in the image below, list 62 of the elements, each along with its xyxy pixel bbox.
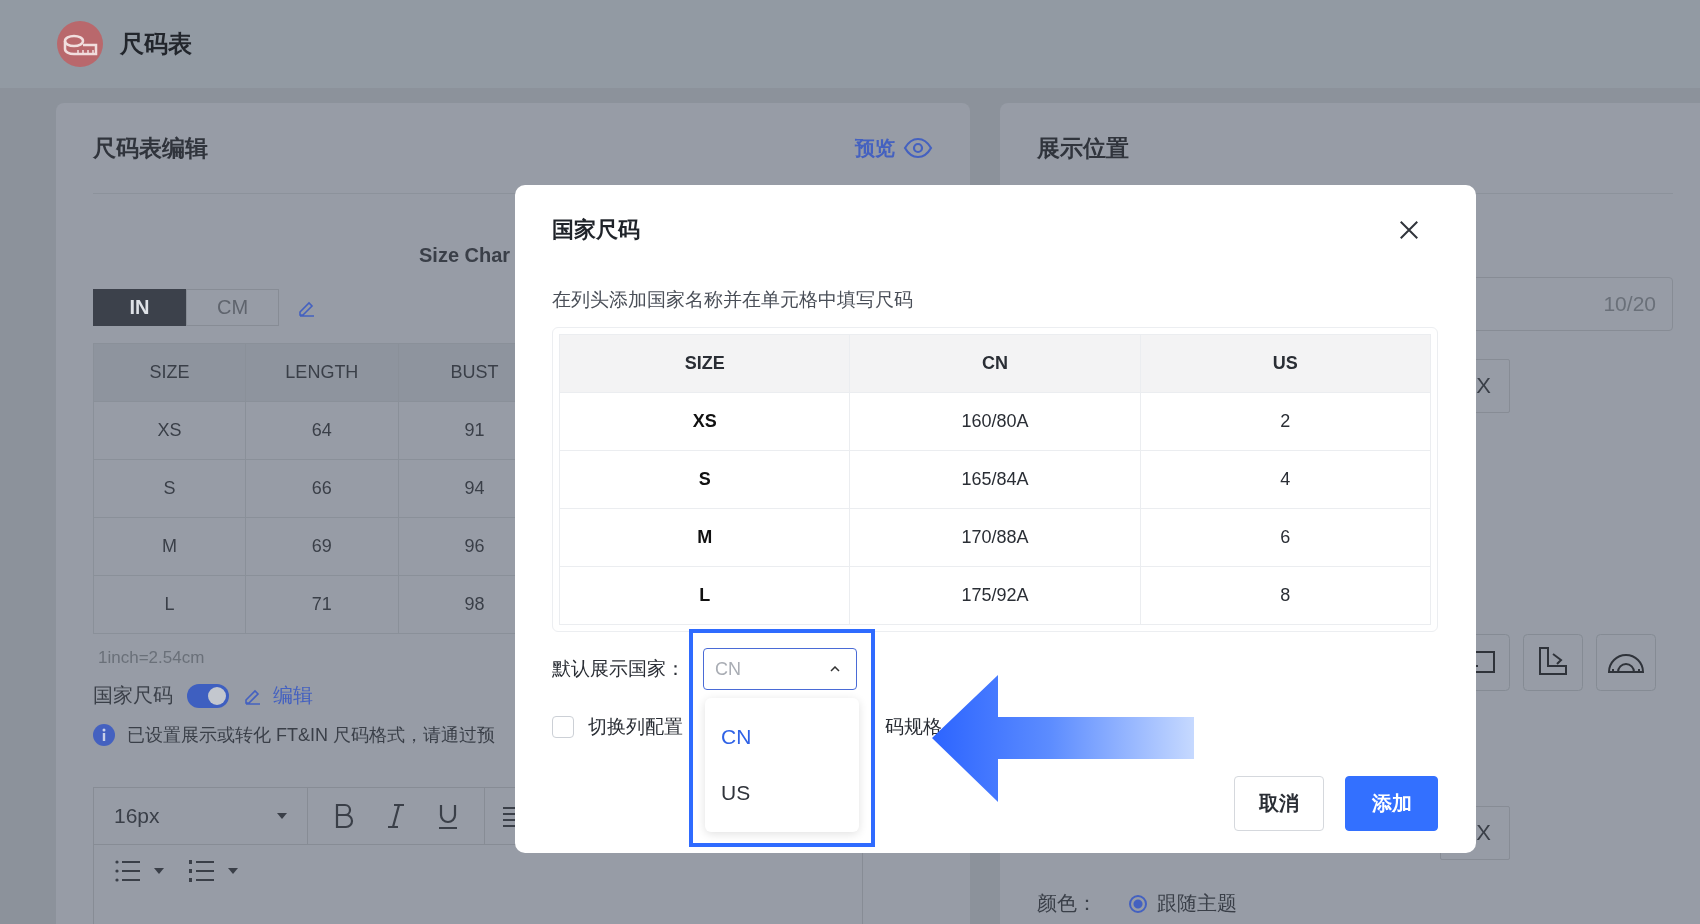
protractor-icon[interactable] [1596, 634, 1656, 691]
column-header: SIZE [93, 343, 246, 402]
dropdown-option[interactable]: US [705, 765, 859, 821]
table-cell: XS [559, 392, 850, 451]
table-cell: 165/84A [849, 450, 1141, 509]
table-cell: 175/92A [849, 566, 1141, 625]
country-select[interactable]: CN [703, 648, 857, 690]
caret-icon[interactable] [154, 868, 164, 874]
eye-icon [903, 137, 933, 159]
country-size-label: 国家尺码 [93, 683, 173, 708]
dropdown-option[interactable]: CN [705, 709, 859, 765]
radio-label: 跟随主题 [1157, 891, 1237, 916]
table-cell: 64 [245, 401, 399, 460]
table-cell: 69 [245, 517, 399, 576]
card-title: 尺码表编辑 [93, 133, 208, 163]
close-icon[interactable] [1398, 219, 1420, 241]
card-title: 展示位置 [1037, 133, 1129, 163]
checkbox-label: 码规格 [885, 715, 942, 739]
table-cell: 160/80A [849, 392, 1141, 451]
table-cell: S [559, 450, 850, 509]
color-label: 颜色： [1037, 891, 1097, 916]
checkbox-label: 切换列配置 [588, 715, 683, 739]
table-cell: L [559, 566, 850, 625]
size-chart-title: Size Char [419, 244, 511, 266]
cancel-button[interactable]: 取消 [1234, 776, 1324, 831]
caret-icon[interactable] [228, 868, 238, 874]
tape-measure-icon [57, 21, 103, 67]
dialog-title: 国家尺码 [552, 216, 640, 244]
bullet-list-icon[interactable] [114, 858, 142, 884]
set-square-icon[interactable] [1523, 634, 1583, 691]
column-header: US [1140, 334, 1431, 393]
table-cell: 170/88A [849, 508, 1141, 567]
table-cell: S [93, 459, 246, 518]
chevron-icon [830, 666, 840, 672]
table-cell: M [559, 508, 850, 567]
numbered-list-icon[interactable] [188, 858, 216, 884]
table-cell: 71 [245, 575, 399, 634]
table-cell: XS [93, 401, 246, 460]
page-title: 尺码表 [120, 29, 192, 59]
unit-tab[interactable]: CM [186, 289, 279, 326]
column-header: CN [849, 334, 1141, 393]
table-cell: 6 [1140, 508, 1431, 567]
default-country-label: 默认展示国家： [552, 657, 686, 681]
caret-icon [277, 813, 287, 819]
unit-tab[interactable]: IN [93, 289, 186, 326]
table-cell: 8 [1140, 566, 1431, 625]
dialog-hint: 在列头添加国家名称并在单元格中填写尺码 [552, 288, 914, 312]
font-size-dropdown[interactable]: 16px [94, 788, 308, 844]
table-cell: 2 [1140, 392, 1431, 451]
column-header: SIZE [559, 334, 850, 393]
table-cell: M [93, 517, 246, 576]
column-header: LENGTH [245, 343, 399, 402]
table-cell: 4 [1140, 450, 1431, 509]
table-cell: 66 [245, 459, 399, 518]
table-cell: L [93, 575, 246, 634]
checkbox[interactable] [552, 716, 574, 738]
info-icon [93, 724, 115, 746]
add-button[interactable]: 添加 [1345, 776, 1438, 831]
info-text: 已设置展示或转化 FT&IN 尺码格式，请通过预 [127, 724, 495, 747]
toggle-switch[interactable] [187, 683, 229, 708]
underline-icon[interactable] [436, 802, 460, 830]
radio-button[interactable] [1129, 894, 1147, 913]
